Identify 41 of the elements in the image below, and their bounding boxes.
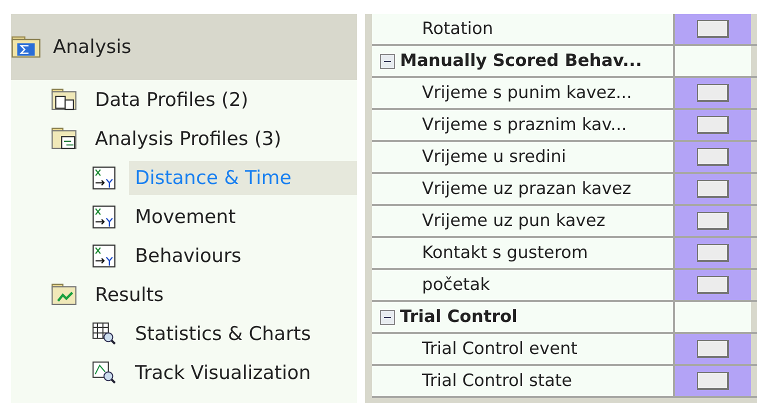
cell-button[interactable] [697,244,730,262]
cell-button[interactable] [697,20,730,38]
cell-button[interactable] [697,148,730,166]
variable-cell: Vrijeme uz prazan kavez [372,174,676,204]
variable-cell: početak [372,270,676,300]
table-search-icon [91,322,117,346]
variable-cell: Vrijeme u sredini [372,142,676,172]
variable-cell: Kontakt s gusterom [372,238,676,268]
xy-icon [91,166,117,190]
xy-icon [91,244,117,268]
folder-icon [51,282,77,306]
group-label: Trial Control [400,307,518,327]
group-label: Manually Scored Behav... [400,51,642,71]
panel-title: Analysis [53,36,132,58]
tree-item[interactable]: Behaviours [129,238,248,272]
folder-icon [51,126,77,150]
tree-item[interactable]: Data Profiles (2) [89,82,254,116]
variable-cell: Vrijeme s praznim kav... [372,110,676,140]
tree-item[interactable]: Results [89,278,170,312]
variable-cell: Vrijeme uz pun kavez [372,206,676,236]
xy-icon [91,204,117,228]
variable-cell: Trial Control state [372,366,676,396]
tree-item[interactable]: Statistics & Charts [129,316,317,350]
variable-cell: Vrijeme s punim kavez... [372,78,676,108]
cell-button[interactable] [697,84,730,102]
collapse-toggle[interactable] [380,310,396,324]
cell-button[interactable] [697,180,730,198]
cell-button[interactable] [697,340,730,358]
track-search-icon [91,360,117,384]
analysis-folder-icon [11,35,41,59]
tree-item[interactable]: Track Visualization [129,356,317,390]
collapse-toggle[interactable] [380,54,396,68]
tree-item[interactable]: Analysis Profiles (3) [89,122,288,156]
folder-icon [51,88,77,112]
cell-button[interactable] [697,116,730,134]
variable-cell: Trial Control event [372,334,676,364]
variable-cell: Rotation [372,14,676,44]
cell-button[interactable] [697,276,730,294]
tree-item[interactable]: Movement [129,200,242,234]
cell-button[interactable] [697,212,730,230]
cell-button[interactable] [697,372,730,390]
